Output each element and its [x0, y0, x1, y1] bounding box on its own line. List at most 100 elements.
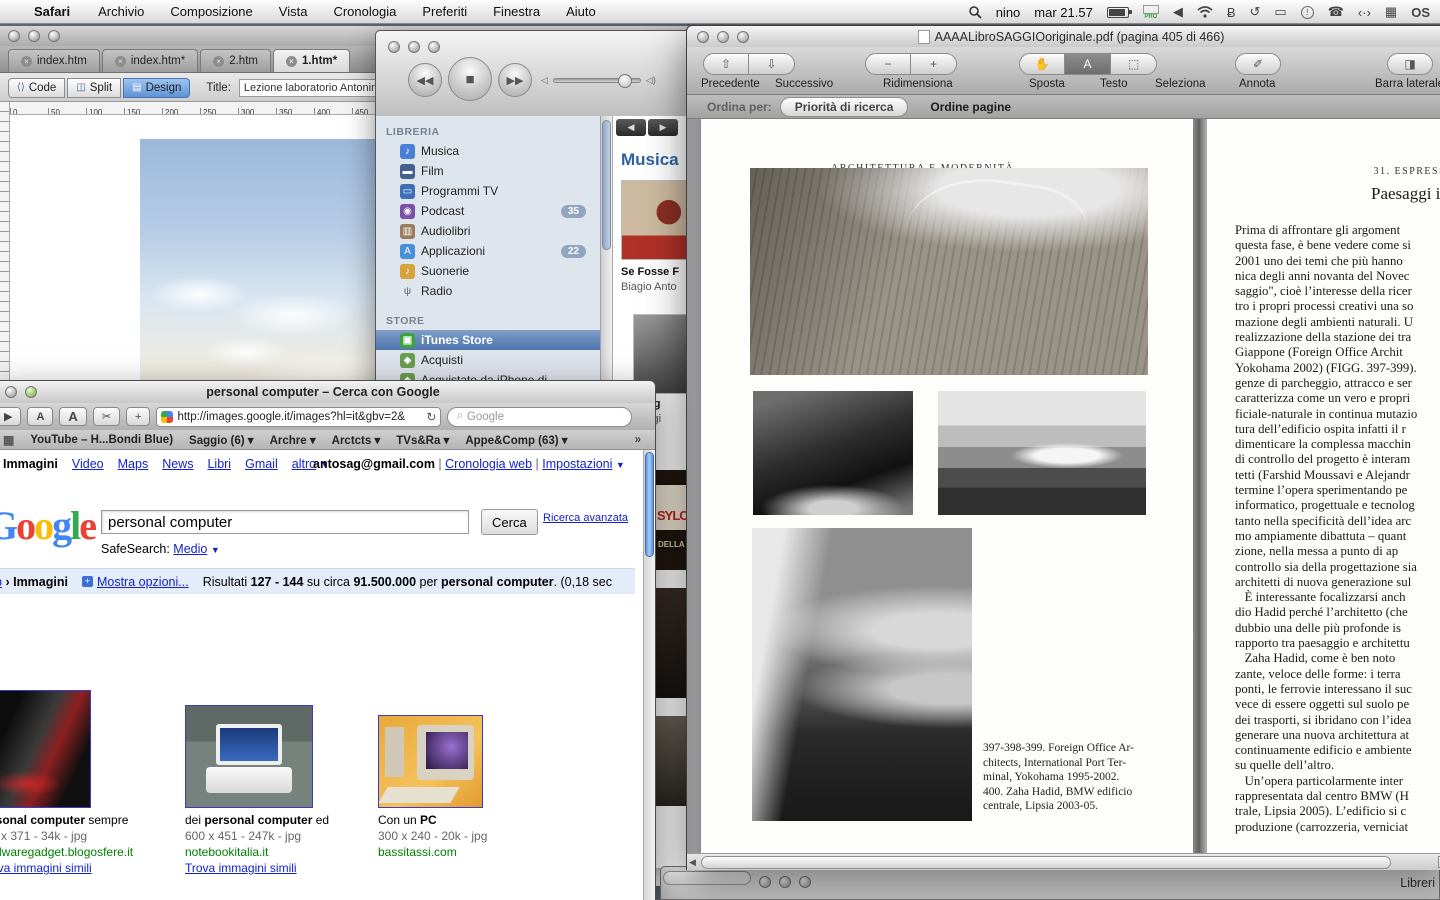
- advanced-search-link[interactable]: Ricerca avanzata: [543, 512, 628, 524]
- zoom-button[interactable]: [428, 41, 440, 53]
- scrollbar-fragment[interactable]: [663, 871, 751, 885]
- album-cover-dark2[interactable]: [655, 716, 686, 806]
- menu-clock[interactable]: mar 21.57: [1034, 5, 1093, 20]
- menu-finestra[interactable]: Finestra: [493, 4, 540, 19]
- time-machine-icon[interactable]: ↺: [1250, 4, 1261, 20]
- annotate-button[interactable]: ✐: [1235, 53, 1281, 75]
- text-larger-button[interactable]: A: [59, 407, 86, 426]
- search-field[interactable]: ⌕ Google: [447, 407, 632, 427]
- phone-icon[interactable]: ☎: [1328, 4, 1344, 20]
- wifi-icon[interactable]: [1197, 6, 1213, 18]
- zoom-in-button[interactable]: +: [911, 53, 957, 75]
- minimize-button[interactable]: [779, 876, 791, 888]
- itunes-traffic-lights[interactable]: [388, 41, 440, 53]
- nav-video[interactable]: Video: [72, 457, 104, 471]
- close-button[interactable]: [759, 876, 771, 888]
- volume-icon[interactable]: ◀: [1173, 4, 1183, 20]
- safesearch-arrow-icon[interactable]: ▼: [211, 545, 220, 555]
- move-tool-button[interactable]: ✋: [1019, 53, 1065, 75]
- settings-arrow-icon[interactable]: ▼: [616, 460, 625, 470]
- spaces-grid-icon[interactable]: ▦: [1385, 4, 1397, 20]
- bookmark-item[interactable]: Appe&Comp (63) ▾: [465, 433, 567, 447]
- tab-1-htm-active[interactable]: × 1.htm*: [273, 49, 350, 72]
- sky-clouds-image[interactable]: [140, 139, 375, 406]
- menu-archivio[interactable]: Archivio: [98, 4, 144, 19]
- sort-priority-button[interactable]: Priorità di ricerca: [780, 97, 909, 117]
- text-smaller-button[interactable]: A: [27, 407, 53, 426]
- rewind-button[interactable]: ◀◀: [408, 63, 442, 97]
- result-thumbnail-desktop-pc[interactable]: [378, 715, 483, 808]
- code-view-button[interactable]: ⟨⟩ Code: [8, 78, 65, 98]
- sidebar-item-acquisti[interactable]: ◆ Acquisti: [376, 350, 600, 370]
- nav-gmail[interactable]: Gmail: [245, 457, 278, 471]
- nav-maps[interactable]: Maps: [118, 457, 149, 471]
- reload-icon[interactable]: ↻: [426, 410, 436, 424]
- result-thumbnail-laptops[interactable]: [0, 690, 91, 808]
- close-tab-icon[interactable]: ×: [286, 56, 297, 67]
- displays-icon[interactable]: ▭: [1274, 4, 1286, 20]
- bookmarks-overflow-chevron[interactable]: »: [635, 434, 641, 446]
- search-input[interactable]: personal computer: [101, 510, 469, 534]
- pdf-traffic-lights[interactable]: [697, 31, 749, 43]
- topsites-grid-icon[interactable]: ▦: [3, 433, 14, 447]
- album-artist[interactable]: Biagio Anto: [621, 281, 677, 293]
- keyboard-flag-icon[interactable]: PRO: [1143, 5, 1159, 20]
- sidebar-item-suonerie[interactable]: ♪ Suonerie: [376, 261, 600, 281]
- sidebar-item-film[interactable]: ▬ Film: [376, 161, 600, 181]
- menu-aiuto[interactable]: Aiuto: [566, 4, 596, 19]
- close-tab-icon[interactable]: ×: [213, 56, 224, 67]
- lastfm-icon[interactable]: OS: [1411, 5, 1430, 20]
- text-tool-button[interactable]: A: [1065, 53, 1111, 75]
- volume-knob[interactable]: [618, 74, 632, 88]
- scroll-thumb[interactable]: [602, 120, 611, 250]
- sidebar-item-podcast[interactable]: ◉ Podcast 35: [376, 201, 600, 221]
- nav-libri[interactable]: Libri: [207, 457, 231, 471]
- minimize-button[interactable]: [28, 30, 40, 42]
- script-icon[interactable]: ‹·›: [1358, 5, 1371, 20]
- new-tab-button[interactable]: +: [126, 407, 150, 426]
- sidebar-item-audiolibri[interactable]: ▥ Audiolibri: [376, 221, 600, 241]
- close-button[interactable]: [8, 30, 20, 42]
- menu-cronologia[interactable]: Cronologia: [333, 4, 396, 19]
- close-tab-icon[interactable]: ×: [21, 56, 32, 67]
- zoom-button[interactable]: [48, 30, 60, 42]
- editor-traffic-lights[interactable]: [8, 30, 60, 42]
- minimize-button[interactable]: [717, 31, 729, 43]
- url-text[interactable]: http://images.google.it/images?hl=it&gbv…: [177, 411, 422, 423]
- volume-slider[interactable]: [553, 78, 641, 83]
- zoom-button[interactable]: [799, 876, 811, 888]
- stop-button[interactable]: ■: [448, 57, 492, 101]
- pdf-titlebar[interactable]: AAAALibroSAGGIOoriginale.pdf (pagina 405…: [687, 26, 1440, 47]
- webclip-icon[interactable]: ✂: [93, 407, 120, 426]
- close-button[interactable]: [697, 31, 709, 43]
- menu-preferiti[interactable]: Preferiti: [422, 4, 467, 19]
- forward-button[interactable]: ▶▶: [498, 63, 532, 97]
- similar-images-link[interactable]: ova immagini simili: [0, 861, 92, 875]
- safari-traffic-lights[interactable]: [5, 386, 37, 398]
- tab-index-htm-modified[interactable]: × index.htm*: [102, 49, 198, 72]
- zoom-out-button[interactable]: −: [865, 53, 911, 75]
- store-heading[interactable]: Musica: [621, 150, 679, 170]
- close-tab-icon[interactable]: ×: [115, 56, 126, 67]
- sync-alert-icon[interactable]: !: [1301, 6, 1314, 19]
- sidebar-toggle-button[interactable]: ◨: [1387, 53, 1433, 75]
- similar-images-link[interactable]: Trova immagini simili: [185, 861, 297, 875]
- design-view-button[interactable]: ▤ Design: [123, 78, 190, 98]
- spotlight-icon[interactable]: [968, 5, 982, 19]
- sidebar-item-itunes-store[interactable]: ▣ iTunes Store: [376, 330, 600, 350]
- cerca-button[interactable]: Cerca: [481, 509, 538, 535]
- nav-news[interactable]: News: [162, 457, 193, 471]
- scroll-left-arrow[interactable]: ◀: [689, 857, 696, 868]
- sidebar-item-musica[interactable]: ♪ Musica: [376, 141, 600, 161]
- sidebar-item-radio[interactable]: ψ Radio: [376, 281, 600, 301]
- safari-titlebar[interactable]: personal computer – Cerca con Google: [0, 381, 655, 403]
- album-title[interactable]: Se Fosse F: [621, 266, 679, 278]
- minimize-button[interactable]: [408, 41, 420, 53]
- safesearch-value-link[interactable]: Medio: [173, 542, 207, 556]
- select-tool-button[interactable]: ⬚: [1111, 53, 1157, 75]
- zoom-button[interactable]: [737, 31, 749, 43]
- web-history-link[interactable]: Cronologia web: [445, 457, 532, 471]
- album-cover-dark[interactable]: [655, 588, 686, 698]
- menu-safari[interactable]: Safari: [34, 4, 70, 19]
- forward-button[interactable]: ▶: [0, 407, 21, 426]
